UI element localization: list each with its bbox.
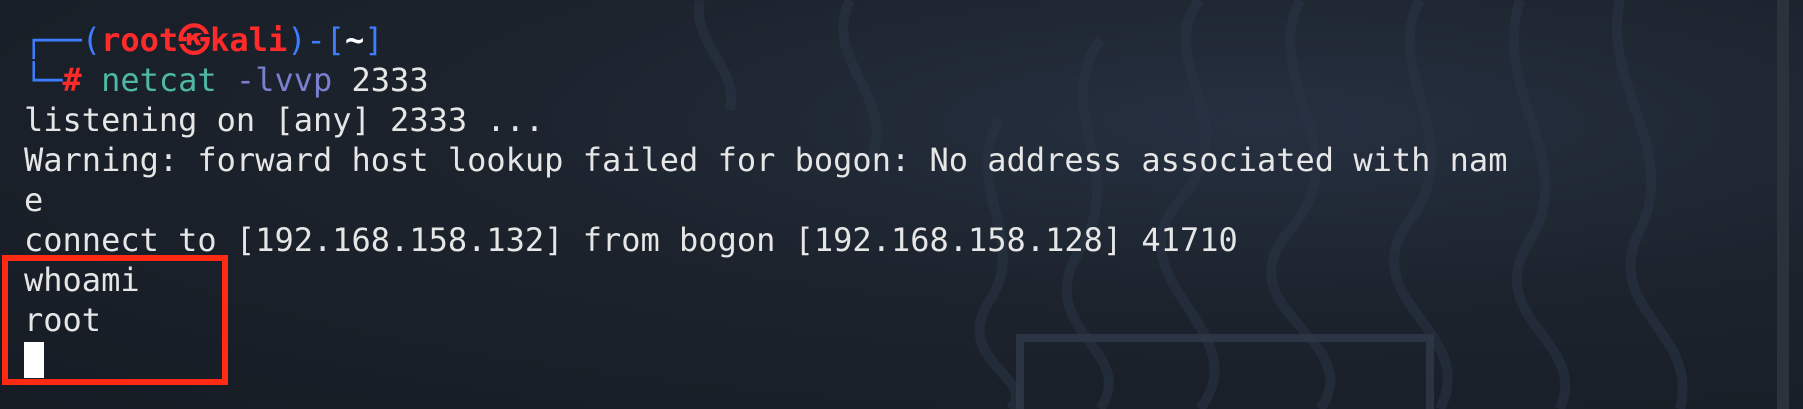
- prompt-at-symbol: ㉿: [178, 21, 211, 59]
- prompt-hash: #: [62, 61, 82, 99]
- prompt-host: kali: [210, 21, 288, 59]
- output-line-root: root: [24, 301, 102, 339]
- output-line-warning-wrap: e: [24, 181, 44, 219]
- terminal-window[interactable]: ┌──(root㉿kali)-[~] └─# netcat -lvvp 2333…: [0, 0, 1803, 409]
- output-line-listening: listening on [any] 2333 ...: [24, 101, 545, 139]
- vertical-scrollbar[interactable]: [1777, 0, 1789, 409]
- cursor-line[interactable]: [24, 340, 1773, 380]
- prompt-user: root: [101, 21, 179, 59]
- prompt-line-top: ┌──(root㉿kali)-[~]: [24, 20, 1773, 60]
- output-line-warning: Warning: forward host lookup failed for …: [24, 141, 1508, 179]
- command-line: └─# netcat -lvvp 2333: [24, 60, 1773, 100]
- prompt-frame-top: ┌──(: [24, 21, 102, 59]
- output-line-connect: connect to [192.168.158.132] from bogon …: [24, 221, 1238, 259]
- command-name: netcat: [101, 61, 217, 99]
- prompt-frame-bottom: └─: [24, 61, 63, 99]
- command-port: 2333: [351, 61, 429, 99]
- red-highlight-box: [2, 255, 228, 385]
- terminal-output: ┌──(root㉿kali)-[~] └─# netcat -lvvp 2333…: [24, 20, 1773, 380]
- prompt-close-bracket: ]: [364, 21, 384, 59]
- prompt-separator: )-[: [287, 21, 345, 59]
- command-flags: -lvvp: [235, 61, 333, 99]
- output-line-whoami: whoami: [24, 261, 140, 299]
- prompt-directory: ~: [345, 21, 365, 59]
